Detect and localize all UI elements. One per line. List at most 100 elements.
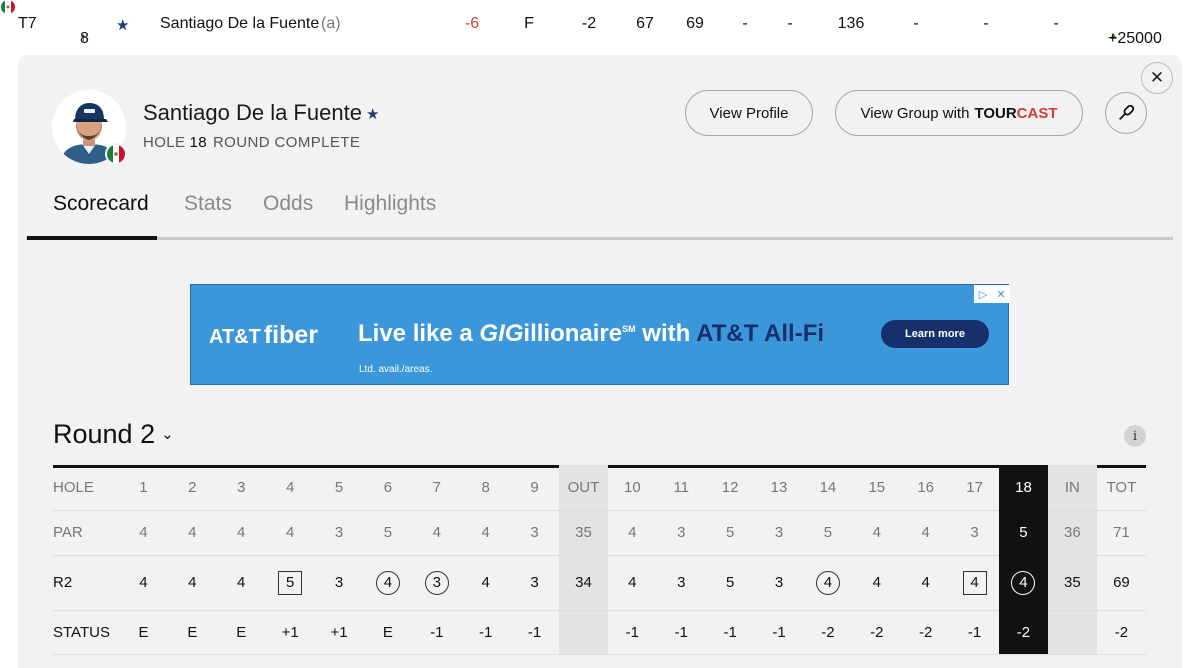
status-cell [1047, 609, 1097, 655]
player-name-heading: Santiago De la Fuente [143, 100, 362, 125]
hole-number-cell: 5 [334, 478, 344, 496]
hole-number-cell: 11 [673, 478, 690, 496]
tab-odds[interactable]: Odds [263, 192, 313, 216]
score-cell: 69 [1096, 554, 1146, 610]
round-selector[interactable]: Round 2 ⌄ [53, 419, 174, 450]
view-group-label: View Group with [860, 104, 970, 122]
hole-status: HOLE 18 ROUND COMPLETE [143, 134, 360, 151]
par-cell: 36 [1047, 509, 1097, 555]
mexico-flag-icon [105, 143, 127, 165]
par-cell: 35 [559, 509, 608, 555]
bogey-marker: 4 [962, 570, 987, 595]
par-cell: 4 [216, 509, 266, 555]
tab-highlights[interactable]: Highlights [344, 192, 436, 216]
status-cell: E [119, 609, 168, 655]
status-cell: -1 [950, 609, 1000, 655]
hole-number-cell: 6 [383, 478, 393, 496]
status-cell: -1 [607, 609, 657, 655]
row-label: PAR [53, 509, 119, 555]
ad-fine-print: Ltd. avail./areas. [359, 364, 433, 375]
hole-number-cell: 9 [530, 478, 539, 496]
player-name[interactable]: Santiago De la Fuente [160, 15, 319, 33]
status-cell: E [167, 609, 217, 655]
movement-value: 8 [80, 30, 89, 47]
status-cell: -1 [656, 609, 706, 655]
round-1-score: 67 [636, 15, 654, 32]
score-cell: 4 [461, 554, 511, 610]
status-cell: -2 [852, 609, 902, 655]
score-cell: 3 [754, 554, 804, 610]
score-cell: 4 [999, 554, 1048, 610]
birdie-marker: 4 [1011, 570, 1036, 595]
status-cell: -1 [754, 609, 804, 655]
thru: F [524, 15, 534, 32]
today: -2 [581, 15, 597, 32]
score-cell: 4 [950, 554, 1000, 610]
adchoices-icon[interactable]: ▷ [974, 285, 992, 303]
odds-value: +25000 [1108, 30, 1162, 47]
hole-label: HOLE [143, 134, 186, 151]
status-cell: -2 [1096, 609, 1146, 655]
hole-number-cell: 2 [188, 478, 197, 496]
hole-number-cell: 3 [237, 478, 246, 496]
row-label: R2 [53, 554, 119, 610]
ad-choices[interactable]: ▷ ✕ [974, 285, 1010, 303]
favorite-star-icon[interactable]: ★ [366, 105, 379, 123]
total-score: 136 [837, 15, 865, 32]
hole-number-cell: 12 [721, 478, 739, 496]
par-cell: 3 [510, 509, 560, 555]
score-cell: 3 [656, 554, 706, 610]
hole-number-cell: 8 [481, 478, 490, 496]
round-label: Round 2 [53, 419, 156, 449]
score-cell: 4 [119, 554, 168, 610]
microphone-button[interactable] [1105, 92, 1147, 134]
hole-number-cell: 10 [624, 478, 641, 496]
hole-number-cell: 13 [770, 478, 788, 496]
scorecard-table: HOLE 1 2 3 4 5 6 7 8 9 OUT 10 11 12 13 14 15 16 17 18 IN TOT … [53, 465, 1146, 655]
par-cell: 4 [412, 509, 462, 555]
info-icon[interactable]: i [1124, 425, 1146, 447]
score-cell: 3 [314, 554, 364, 610]
score-cell: 4 [852, 554, 902, 610]
view-group-tourcast-button[interactable]: View Group with TOUR CAST [835, 90, 1083, 136]
leaderboard-row[interactable]: T7 ↑ 8 ★ Santiago De la Fuente (a) -6 F -… [0, 0, 1200, 50]
status-cell: -1 [705, 609, 755, 655]
par-cell: 5 [705, 509, 755, 555]
hole-number-cell: 1 [139, 478, 148, 496]
score-cell: 4 [803, 554, 853, 610]
par-cell: 5 [999, 509, 1048, 555]
birdie-marker: 4 [815, 570, 840, 595]
close-icon[interactable]: ✕ [1141, 62, 1173, 94]
advertisement-banner[interactable]: AT&T fiber Live like a GIGillionaireSM wi… [190, 284, 1010, 385]
par-cell: 5 [803, 509, 853, 555]
par-cell: 71 [1096, 509, 1146, 555]
hole-number-cell: 7 [432, 478, 441, 496]
par-cell: 4 [607, 509, 657, 555]
hole-number-cell: TOT [1106, 478, 1137, 496]
birdie-marker: 3 [424, 570, 449, 595]
hole-row: HOLE 1 2 3 4 5 6 7 8 9 OUT 10 11 12 13 14 15 16 17 18 IN TOT [53, 465, 1146, 510]
hole-number-cell: 17 [966, 478, 983, 496]
stat-cell: - [1053, 15, 1059, 32]
status-cell: -1 [412, 609, 462, 655]
favorite-star-icon[interactable]: ★ [116, 16, 129, 34]
status-row: STATUS E E E +1 +1 E -1 -1 -1 -1 -1 -1 -1 -2 -2 -2 -1 -2 -2 [53, 609, 1146, 655]
tab-scorecard[interactable]: Scorecard [53, 192, 149, 216]
score-cell: 4 [901, 554, 951, 610]
mexico-flag-icon [1, 0, 15, 14]
score-cell: 4 [216, 554, 266, 610]
learn-more-button[interactable]: Learn more [881, 320, 989, 348]
par-cell: 4 [265, 509, 315, 555]
hole-number-cell: 4 [285, 478, 295, 496]
score-row: R2 4 4 4 5 3 4 3 4 3 34 4 3 5 3 4 4 4 4 4 35 69 [53, 554, 1146, 610]
view-profile-button[interactable]: View Profile [685, 90, 813, 136]
tab-stats[interactable]: Stats [184, 192, 232, 216]
ad-headline: Live like a GIGillionaireSM with AT&T Al… [358, 320, 825, 347]
tour-word: TOUR [974, 104, 1017, 122]
stat-cell: - [913, 15, 919, 32]
stat-cell: - [983, 15, 989, 32]
hole-number-cell: OUT [559, 465, 608, 510]
close-ad-icon[interactable]: ✕ [992, 285, 1010, 303]
score-cell: 3 [412, 554, 462, 610]
hole-number-cell: 16 [917, 478, 935, 496]
